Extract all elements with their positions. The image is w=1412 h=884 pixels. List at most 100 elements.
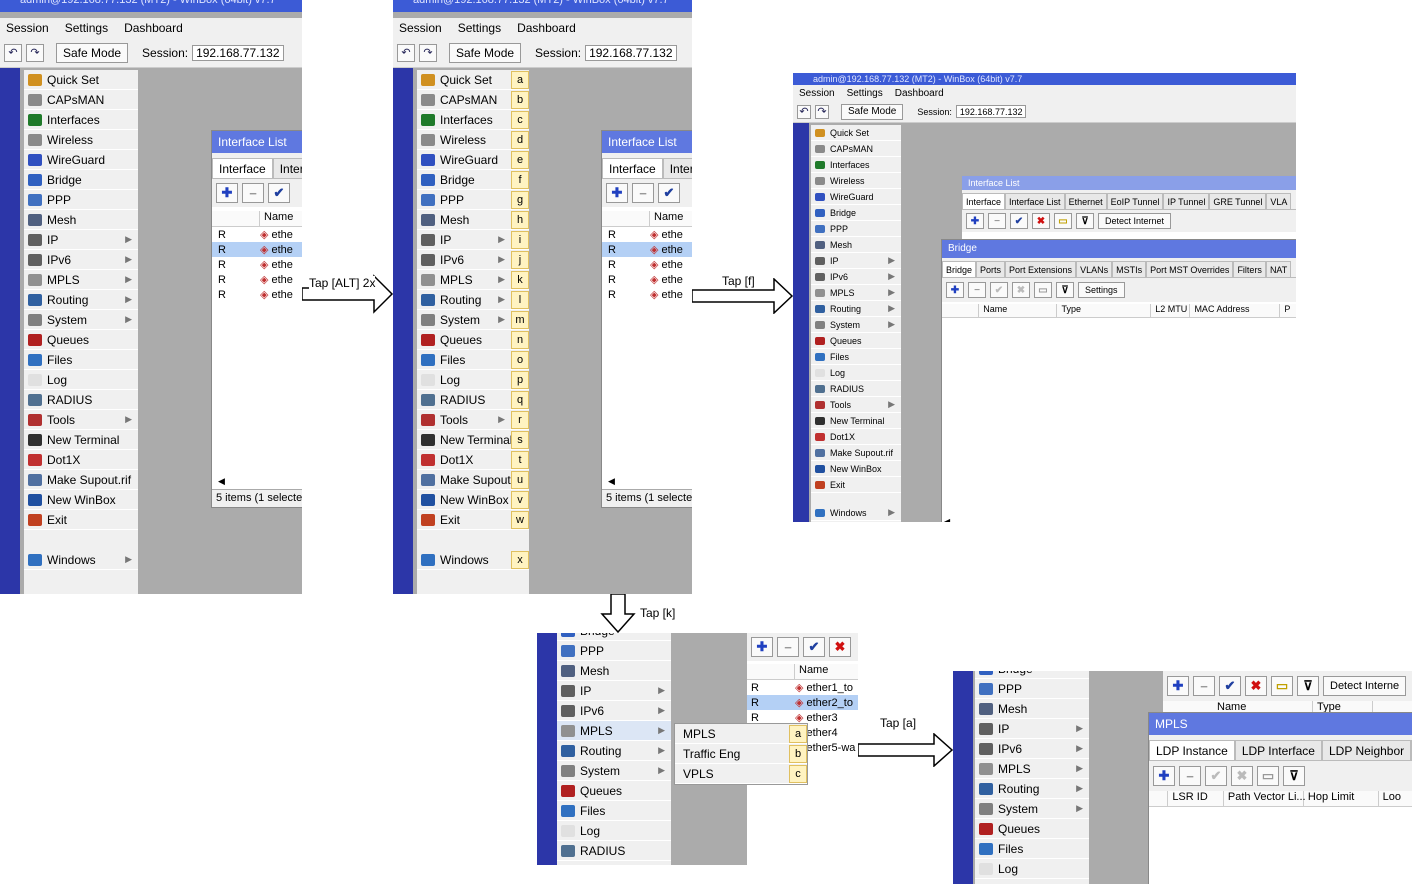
comment-button[interactable]: ▭ (1054, 213, 1072, 229)
sidebar-item-make-supout-rif[interactable]: Make Supout.rif u (417, 470, 529, 490)
tab-interface[interactable]: Interface (602, 158, 663, 178)
sidebar-item-quick-set[interactable]: Quick Set a (417, 70, 529, 90)
comment-button[interactable]: ▭ (1257, 766, 1279, 786)
menu-dashboard[interactable]: Dashboard (124, 21, 183, 35)
sidebar-item-quick-set[interactable]: Quick Set (811, 125, 901, 141)
sidebar-item-new-terminal[interactable]: New Terminal s (417, 430, 529, 450)
undo-icon[interactable]: ↶ (397, 43, 415, 62)
sidebar-item-bridge[interactable]: Bridge f (417, 170, 529, 190)
tab-interface[interactable]: Interface (212, 158, 273, 178)
sidebar-item-dot1x[interactable]: Dot1X (24, 450, 138, 470)
sidebar-item-ppp[interactable]: PPP (811, 221, 901, 237)
scroll-left-icon[interactable]: ◀ (944, 517, 950, 522)
disable-button[interactable]: ✖ (829, 637, 851, 657)
sidebar-item-ppp[interactable]: PPP (975, 679, 1089, 699)
enable-button[interactable]: ✔ (1010, 213, 1028, 229)
menu-session[interactable]: Session (6, 21, 49, 35)
sidebar-item-queues[interactable]: Queues (557, 781, 671, 801)
tab-eoip-tunnel[interactable]: EoIP Tunnel (1106, 193, 1164, 209)
sidebar-item-new-winbox[interactable]: New WinBox v (417, 490, 529, 510)
tab-bridge[interactable]: Bridge (942, 261, 977, 277)
tab-vla[interactable]: VLA (1266, 193, 1292, 209)
sidebar-item-mpls[interactable]: MPLS ▶ (24, 270, 138, 290)
sidebar-item-windows[interactable]: Windows x (417, 550, 529, 570)
sidebar-item-queues[interactable]: Queues (24, 330, 138, 350)
table-row[interactable]: R ◈ ethe (602, 257, 692, 272)
sidebar-item-files[interactable]: Files (975, 839, 1089, 859)
sidebar-item-new-terminal[interactable]: New Terminal (811, 413, 901, 429)
remove-button[interactable]: − (1179, 766, 1201, 786)
tab-ldp-instance[interactable]: LDP Instance (1149, 740, 1235, 760)
sidebar-item-windows[interactable]: Windows ▶ (24, 550, 138, 570)
sidebar-item-routing[interactable]: Routing ▶ (24, 290, 138, 310)
sidebar-item-bridge[interactable]: Bridge (975, 671, 1089, 679)
tab-vlans[interactable]: VLANs (1076, 261, 1113, 277)
sidebar-item-radius[interactable]: RADIUS q (417, 390, 529, 410)
sidebar-item-ppp[interactable]: PPP (557, 641, 671, 661)
session-value[interactable]: 192.168.77.132 (955, 105, 1027, 118)
tab-interface-list[interactable]: Interf (662, 158, 692, 178)
filter-icon[interactable]: ⊽ (1056, 282, 1074, 298)
filter-icon[interactable]: ⊽ (1283, 766, 1305, 786)
col-loo[interactable]: Loo (1379, 791, 1412, 806)
sidebar-item-radius[interactable]: RADIUS (24, 390, 138, 410)
col-l2-mtu[interactable]: L2 MTU (1151, 304, 1191, 317)
sidebar-item-ip[interactable]: IP ▶ i (417, 230, 529, 250)
sidebar-item-ip[interactable]: IP ▶ (557, 681, 671, 701)
menu-settings[interactable]: Settings (65, 21, 108, 35)
sidebar-item-capsman[interactable]: CAPsMAN (24, 90, 138, 110)
sidebar-item-new-winbox[interactable]: New WinBox (811, 461, 901, 477)
detect-internet-button[interactable]: Detect Internet (1098, 213, 1172, 229)
sidebar-item-ipv6[interactable]: IPv6 ▶ j (417, 250, 529, 270)
sidebar-item-system[interactable]: System ▶ (975, 799, 1089, 819)
sidebar-item-radius[interactable]: RADIUS (811, 381, 901, 397)
add-button[interactable]: ✚ (216, 183, 238, 203)
safe-mode-button[interactable]: Safe Mode (841, 103, 904, 120)
tab-interface-list[interactable]: Interface List (1005, 193, 1065, 209)
session-value[interactable]: 192.168.77.132 (192, 44, 284, 61)
sidebar-item-capsman[interactable]: CAPsMAN (811, 141, 901, 157)
add-button[interactable]: ✚ (966, 213, 984, 229)
sidebar-item-files[interactable]: Files o (417, 350, 529, 370)
tab-ldp-interface[interactable]: LDP Interface (1234, 740, 1322, 760)
sidebar-item-system[interactable]: System ▶ (24, 310, 138, 330)
tab-ethernet[interactable]: Ethernet (1064, 193, 1107, 209)
sidebar-item-ip[interactable]: IP ▶ (975, 719, 1089, 739)
disable-button[interactable]: ✖ (1032, 213, 1050, 229)
sidebar-item-radius[interactable]: RADIUS (557, 841, 671, 861)
sidebar-item-routing[interactable]: Routing ▶ (557, 741, 671, 761)
sidebar-item-mesh[interactable]: Mesh (975, 699, 1089, 719)
tab-ports[interactable]: Ports (976, 261, 1006, 277)
menu-session[interactable]: Session (799, 88, 835, 99)
sidebar-item-queues[interactable]: Queues (811, 333, 901, 349)
sidebar-item-make-supout-rif[interactable]: Make Supout.rif (811, 445, 901, 461)
redo-icon[interactable]: ↷ (419, 43, 437, 62)
sidebar-item-ipv6[interactable]: IPv6 ▶ (557, 701, 671, 721)
sidebar-item-mpls[interactable]: MPLS ▶ (811, 285, 901, 301)
menu-dashboard[interactable]: Dashboard (895, 88, 944, 99)
table-row[interactable]: R ◈ ethe (602, 287, 692, 302)
tab-ldp-neighbor[interactable]: LDP Neighbor (1321, 740, 1412, 760)
sidebar-item-ip[interactable]: IP ▶ (24, 230, 138, 250)
safe-mode-button[interactable]: Safe Mode (449, 42, 522, 63)
sidebar-item-interfaces[interactable]: Interfaces (811, 157, 901, 173)
sidebar-item-new-terminal[interactable]: New Terminal (24, 430, 138, 450)
sidebar-item-log[interactable]: Log (24, 370, 138, 390)
filter-icon[interactable]: ⊽ (1297, 676, 1319, 696)
sidebar-item-bridge[interactable]: Bridge (811, 205, 901, 221)
sidebar-item-dot1x[interactable]: Dot1X (811, 429, 901, 445)
sidebar-item-mpls[interactable]: MPLS ▶ k (417, 270, 529, 290)
remove-button[interactable]: − (1193, 676, 1215, 696)
col-name[interactable]: Name (979, 304, 1058, 317)
tab-interface[interactable]: Interface (962, 193, 1006, 209)
enable-button[interactable]: ✔ (990, 282, 1008, 298)
tab-port-extensions[interactable]: Port Extensions (1005, 261, 1077, 277)
sidebar-item-files[interactable]: Files (24, 350, 138, 370)
sidebar-item-system[interactable]: System ▶ m (417, 310, 529, 330)
sidebar-item-exit[interactable]: Exit (24, 510, 138, 530)
undo-icon[interactable]: ↶ (4, 43, 22, 62)
sidebar-item-files[interactable]: Files (811, 349, 901, 365)
table-row[interactable]: R ◈ ethe (212, 287, 302, 302)
tab-filters[interactable]: Filters (1233, 261, 1266, 277)
sidebar-item-mesh[interactable]: Mesh (811, 237, 901, 253)
